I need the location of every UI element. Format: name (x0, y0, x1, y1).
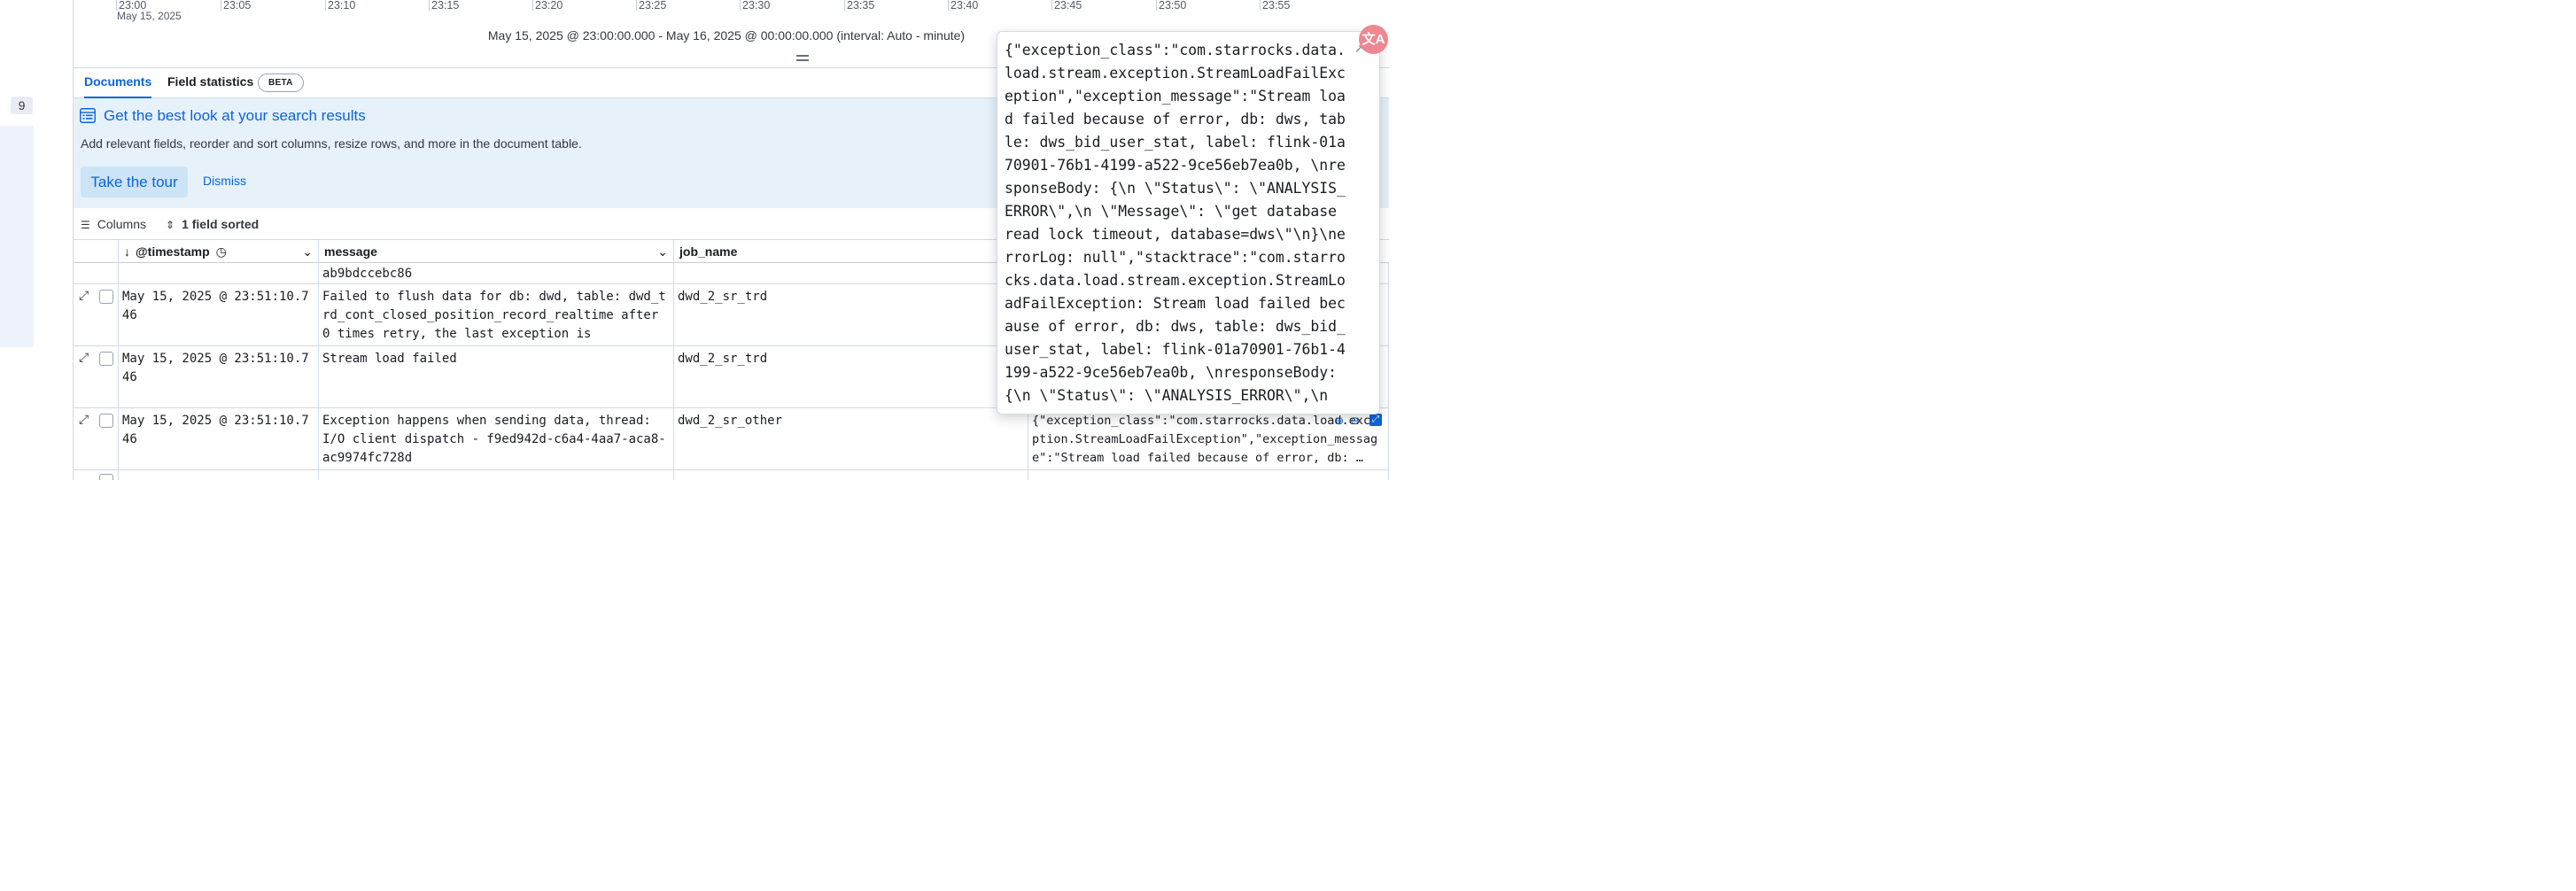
expand-icon[interactable]: ⤢ (79, 352, 91, 364)
header-job-name[interactable]: job_name (674, 239, 1028, 263)
time-tick: 23:30 (740, 0, 770, 11)
header-message[interactable]: message ⌄ (319, 239, 674, 263)
left-sidebar: 9 (0, 0, 74, 480)
clock-icon: ◷ (215, 244, 227, 259)
sort-icon: ⇕ (166, 219, 175, 231)
sort-desc-icon[interactable]: ↓ (124, 244, 130, 259)
time-tick: 23:35 (844, 0, 874, 11)
header-timestamp[interactable]: ↓ @timestamp ◷ ⌄ (119, 239, 319, 263)
translate-icon[interactable]: 文A (1359, 25, 1388, 54)
table-icon (80, 108, 96, 123)
row-controls: ⤢ (74, 284, 119, 345)
header-job-name-label: job_name (679, 244, 738, 259)
sort-label: 1 field sorted (182, 217, 260, 231)
header-controls (74, 239, 119, 263)
zoom-in-icon[interactable]: ⊕ (1335, 415, 1344, 427)
chevron-down-icon[interactable]: ⌄ (302, 240, 313, 264)
timestamp-cell: May 15, 2025 @ 23:51:10.746 (119, 284, 319, 345)
sidebar-band (0, 126, 34, 347)
message-cell: ab9bdccebc86 (319, 263, 674, 283)
header-timestamp-label: @timestamp (136, 244, 210, 259)
row-checkbox[interactable] (99, 352, 113, 366)
table-row: ⤢ May 15, 2025 @ 23:51:10.746 Exception … (74, 408, 1389, 470)
tick-date-label: May 15, 2025 (117, 10, 182, 22)
row-action-icons: ⊕ ⊖ (1335, 415, 1359, 427)
resize-handle[interactable] (796, 55, 809, 61)
timestamp-cell (119, 470, 319, 480)
job-name-cell: dwd_2_sr_other (674, 408, 1028, 469)
job-name-cell: dwd_2_sr_trd (674, 284, 1028, 345)
callout-body: Add relevant fields, reorder and sort co… (81, 136, 582, 151)
take-tour-button[interactable]: Take the tour (81, 167, 188, 198)
row-checkbox[interactable] (99, 414, 113, 428)
message-cell: Exception happens when sending data, thr… (319, 408, 674, 469)
row-controls: ⤢ (74, 346, 119, 407)
count-badge: 9 (11, 97, 33, 114)
row-controls (74, 263, 119, 283)
time-tick: 23:40 (948, 0, 978, 11)
columns-button[interactable]: ☰ Columns (81, 217, 146, 231)
time-tick: 23:05 (221, 0, 251, 11)
header-message-label: message (324, 244, 377, 259)
time-tick: 23:25 (636, 0, 666, 11)
time-tick: 23:10 (325, 0, 355, 11)
time-tick: 23:55 (1260, 0, 1290, 11)
job-name-cell (674, 470, 1028, 480)
time-tick: 23:20 (532, 0, 563, 11)
row-controls (74, 470, 119, 480)
timestamp-cell (119, 263, 319, 283)
row-checkbox[interactable] (99, 474, 113, 480)
timestamp-cell: May 15, 2025 @ 23:51:10.746 (119, 346, 319, 407)
table-row (74, 470, 1389, 480)
expand-icon[interactable]: ⤢ (79, 290, 91, 302)
tab-field-statistics[interactable]: Field statistics (167, 74, 253, 97)
expand-icon[interactable]: ⤢ (79, 414, 91, 426)
row-checkbox[interactable] (99, 290, 113, 304)
extra-cell (1028, 470, 1389, 480)
message-cell: Failed to flush data for db: dwd, table:… (319, 284, 674, 345)
tab-documents[interactable]: Documents (84, 74, 152, 98)
beta-badge: BETA (258, 74, 304, 92)
job-name-cell (674, 263, 1028, 283)
sort-button[interactable]: ⇕ 1 field sorted (166, 217, 259, 231)
zoom-out-icon[interactable]: ⊖ (1350, 415, 1359, 427)
chevron-down-icon[interactable]: ⌄ (657, 240, 668, 264)
expand-popover-icon[interactable]: ⤢ (1369, 414, 1382, 426)
list-icon: ☰ (81, 219, 90, 231)
time-tick: 23:50 (1156, 0, 1186, 11)
callout-title: Get the best look at your search results (104, 107, 366, 124)
popover-content: {"exception_class":"com.starrocks.data.l… (1005, 42, 1346, 404)
timestamp-cell: May 15, 2025 @ 23:51:10.746 (119, 408, 319, 469)
message-cell (319, 470, 674, 480)
time-tick: 23:45 (1051, 0, 1082, 11)
cell-popover: {"exception_class":"com.starrocks.data.l… (997, 31, 1380, 415)
columns-label: Columns (97, 217, 147, 231)
time-tick: 23:15 (429, 0, 459, 11)
job-name-cell: dwd_2_sr_trd (674, 346, 1028, 407)
row-controls: ⤢ (74, 408, 119, 469)
dismiss-button[interactable]: Dismiss (203, 174, 246, 188)
message-cell: Stream load failed (319, 346, 674, 407)
